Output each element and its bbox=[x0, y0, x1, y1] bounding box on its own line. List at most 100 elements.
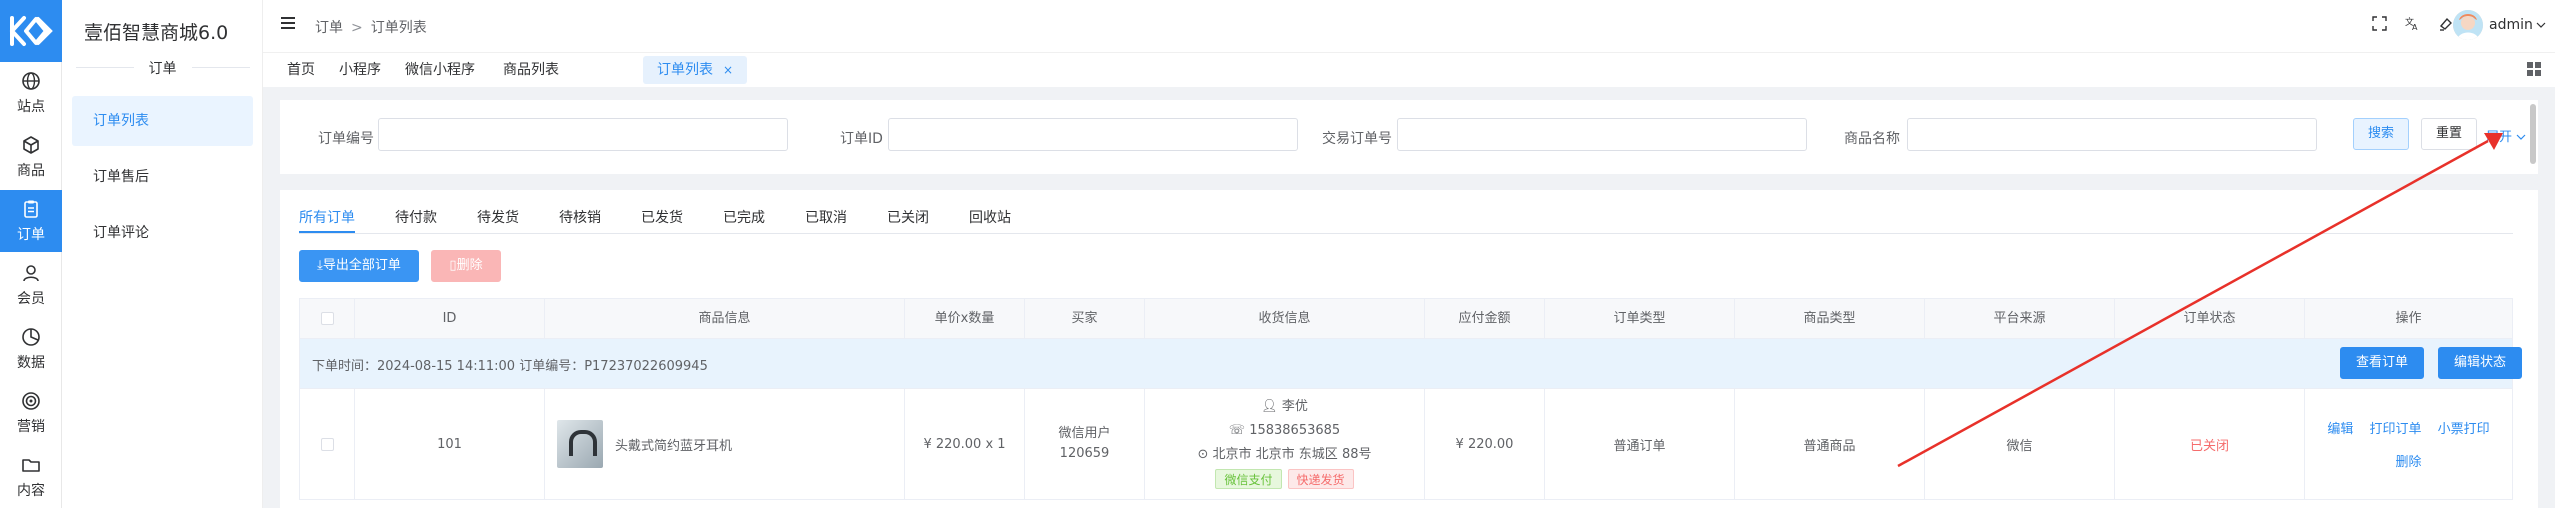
order-type: 普通订单 bbox=[1545, 389, 1735, 499]
tab-cancelled[interactable]: 已取消 bbox=[805, 207, 847, 227]
user-icon bbox=[23, 264, 39, 281]
print-receipt-link[interactable]: 小票打印 bbox=[2438, 422, 2490, 437]
order-no-input[interactable] bbox=[378, 118, 788, 151]
edit-status-button[interactable]: 编辑状态 bbox=[2438, 347, 2522, 379]
receiver-address-line: ⊙ 北京市 北京市 东城区 88号 bbox=[1198, 445, 1372, 465]
chevron-down-icon bbox=[2536, 22, 2546, 28]
expand-toggle[interactable]: 展开 bbox=[2486, 126, 2526, 145]
rail-item-site[interactable]: 站点 bbox=[0, 62, 62, 124]
tag-order-list[interactable]: 订单列表 × bbox=[643, 56, 748, 84]
order-id-input[interactable] bbox=[888, 118, 1298, 151]
price-qty: ¥ 220.00 x 1 bbox=[905, 389, 1025, 499]
user-menu[interactable]: admin bbox=[2489, 17, 2546, 33]
col-receiver: 收货信息 bbox=[1145, 299, 1425, 338]
table-row: 101 头戴式简约蓝牙耳机 ¥ 220.00 x 1 微信用户 120659 👤… bbox=[299, 388, 2513, 500]
delete-link[interactable]: 删除 bbox=[2395, 451, 2421, 470]
target-icon bbox=[22, 391, 40, 410]
rail-label: 会员 bbox=[17, 290, 45, 307]
location-icon: ⊙ bbox=[1197, 447, 1209, 462]
rail-item-orders[interactable]: 订单 bbox=[0, 190, 62, 252]
rail-label: 数据 bbox=[17, 354, 45, 371]
print-order-link[interactable]: 打印订单 bbox=[2369, 422, 2421, 437]
col-order-type: 订单类型 bbox=[1545, 299, 1735, 338]
avatar[interactable] bbox=[2453, 10, 2483, 40]
rail-item-content[interactable]: 内容 bbox=[0, 446, 62, 508]
svg-text:A: A bbox=[2412, 23, 2418, 31]
trade-no-input[interactable] bbox=[1397, 118, 1807, 151]
receiver-phone: 15838653685 bbox=[1249, 423, 1341, 438]
payment-badge: 微信支付 bbox=[1215, 469, 1282, 489]
tags-view-bar: 首页 小程序 微信小程序 商品列表 订单列表 × bbox=[263, 52, 2555, 87]
badges: 微信支付 快递发货 bbox=[1212, 469, 1356, 491]
col-status: 订单状态 bbox=[2115, 299, 2305, 338]
search-button[interactable]: 搜索 bbox=[2353, 118, 2409, 150]
tag-label: 订单列表 bbox=[657, 62, 713, 78]
subnav-item-order-list[interactable]: 订单列表 bbox=[72, 96, 253, 146]
translate-icon[interactable]: 文A bbox=[2405, 16, 2420, 31]
chart-pie-icon bbox=[22, 327, 40, 346]
subnav-item-after-sales[interactable]: 订单售后 bbox=[72, 152, 253, 202]
rail-item-marketing[interactable]: 营销 bbox=[0, 382, 62, 444]
menu-toggle-icon[interactable] bbox=[281, 17, 295, 29]
col-product-info: 商品信息 bbox=[545, 299, 905, 338]
tag-wechat-miniapp[interactable]: 微信小程序 bbox=[391, 56, 489, 84]
fullscreen-icon[interactable] bbox=[2372, 16, 2387, 31]
app-logo[interactable] bbox=[0, 0, 62, 62]
platform: 微信 bbox=[1925, 389, 2115, 499]
tab-recycle-bin[interactable]: 回收站 bbox=[969, 207, 1011, 227]
theme-icon[interactable] bbox=[2438, 16, 2453, 31]
col-product-type: 商品类型 bbox=[1735, 299, 1925, 338]
rail-item-goods[interactable]: 商品 bbox=[0, 126, 62, 188]
username: admin bbox=[2489, 17, 2533, 33]
header-tools: 文A bbox=[2372, 16, 2453, 31]
delete-label: 删除 bbox=[456, 258, 483, 273]
tag-product-list[interactable]: 商品列表 bbox=[489, 56, 573, 84]
tag-miniapp[interactable]: 小程序 bbox=[325, 56, 395, 84]
select-all-cell bbox=[300, 299, 355, 338]
breadcrumb-item: 订单列表 bbox=[370, 20, 427, 36]
receiver-name-line: 👤︎ 李优 bbox=[1261, 397, 1308, 417]
close-icon[interactable]: × bbox=[723, 63, 733, 77]
rail-item-members[interactable]: 会员 bbox=[0, 254, 62, 316]
receiver-info: 👤︎ 李优 ☏ 15838653685 ⊙ 北京市 北京市 东城区 88号 微信… bbox=[1198, 397, 1372, 491]
tag-home[interactable]: 首页 bbox=[273, 56, 329, 84]
rail-label: 站点 bbox=[17, 98, 45, 115]
reset-button[interactable]: 重置 bbox=[2421, 118, 2477, 150]
tab-pending-payment[interactable]: 待付款 bbox=[395, 207, 437, 227]
logo-icon bbox=[10, 16, 53, 46]
chevron-down-icon bbox=[2516, 134, 2526, 140]
row-checkbox[interactable] bbox=[320, 437, 334, 451]
rail-item-data[interactable]: 数据 bbox=[0, 318, 62, 380]
col-price-qty: 单价x数量 bbox=[905, 299, 1025, 338]
sub-sidebar: 壹佰智慧商城6.0 订单 订单列表 订单售后 订单评论 bbox=[62, 0, 263, 508]
receiver-name: 李优 bbox=[1281, 399, 1308, 414]
order-meta: 下单时间：2024-08-15 14:11:00 订单编号：P172370226… bbox=[312, 359, 708, 374]
divider bbox=[192, 67, 250, 68]
subnav-item-order-reviews[interactable]: 订单评论 bbox=[72, 208, 253, 258]
export-all-button[interactable]: ⤓导出全部订单 bbox=[299, 250, 419, 282]
breadcrumb-item[interactable]: 订单 bbox=[315, 20, 343, 36]
tab-pending-verify[interactable]: 待核销 bbox=[559, 207, 601, 227]
receiver-cell: 👤︎ 李优 ☏ 15838653685 ⊙ 北京市 北京市 东城区 88号 微信… bbox=[1145, 389, 1425, 499]
status-badge: 已关闭 bbox=[2115, 389, 2305, 499]
select-all-checkbox[interactable] bbox=[320, 312, 334, 325]
tab-pending-shipment[interactable]: 待发货 bbox=[477, 207, 519, 227]
product-thumbnail[interactable] bbox=[557, 420, 603, 468]
buyer-name: 微信用户 bbox=[1058, 426, 1111, 441]
box-icon bbox=[23, 135, 39, 154]
tab-completed[interactable]: 已完成 bbox=[723, 207, 765, 227]
grid-icon[interactable] bbox=[2527, 62, 2541, 76]
tab-all-orders[interactable]: 所有订单 bbox=[299, 207, 355, 227]
buyer-id: 120659 bbox=[1059, 446, 1110, 461]
trash-icon: ▯ bbox=[449, 258, 457, 273]
view-order-button[interactable]: 查看订单 bbox=[2340, 347, 2424, 379]
tab-shipped[interactable]: 已发货 bbox=[641, 207, 683, 227]
product-cell: 头戴式简约蓝牙耳机 bbox=[545, 389, 905, 499]
bulk-delete-button[interactable]: ▯删除 bbox=[431, 250, 501, 282]
product-name-input[interactable] bbox=[1907, 118, 2317, 151]
tab-closed[interactable]: 已关闭 bbox=[887, 207, 929, 227]
edit-link[interactable]: 编辑 bbox=[2327, 422, 2353, 437]
scrollbar-thumb[interactable] bbox=[2530, 104, 2536, 164]
order-group-row: 下单时间：2024-08-15 14:11:00 订单编号：P172370226… bbox=[299, 339, 2522, 388]
order-id-label: 订单ID bbox=[840, 131, 883, 147]
